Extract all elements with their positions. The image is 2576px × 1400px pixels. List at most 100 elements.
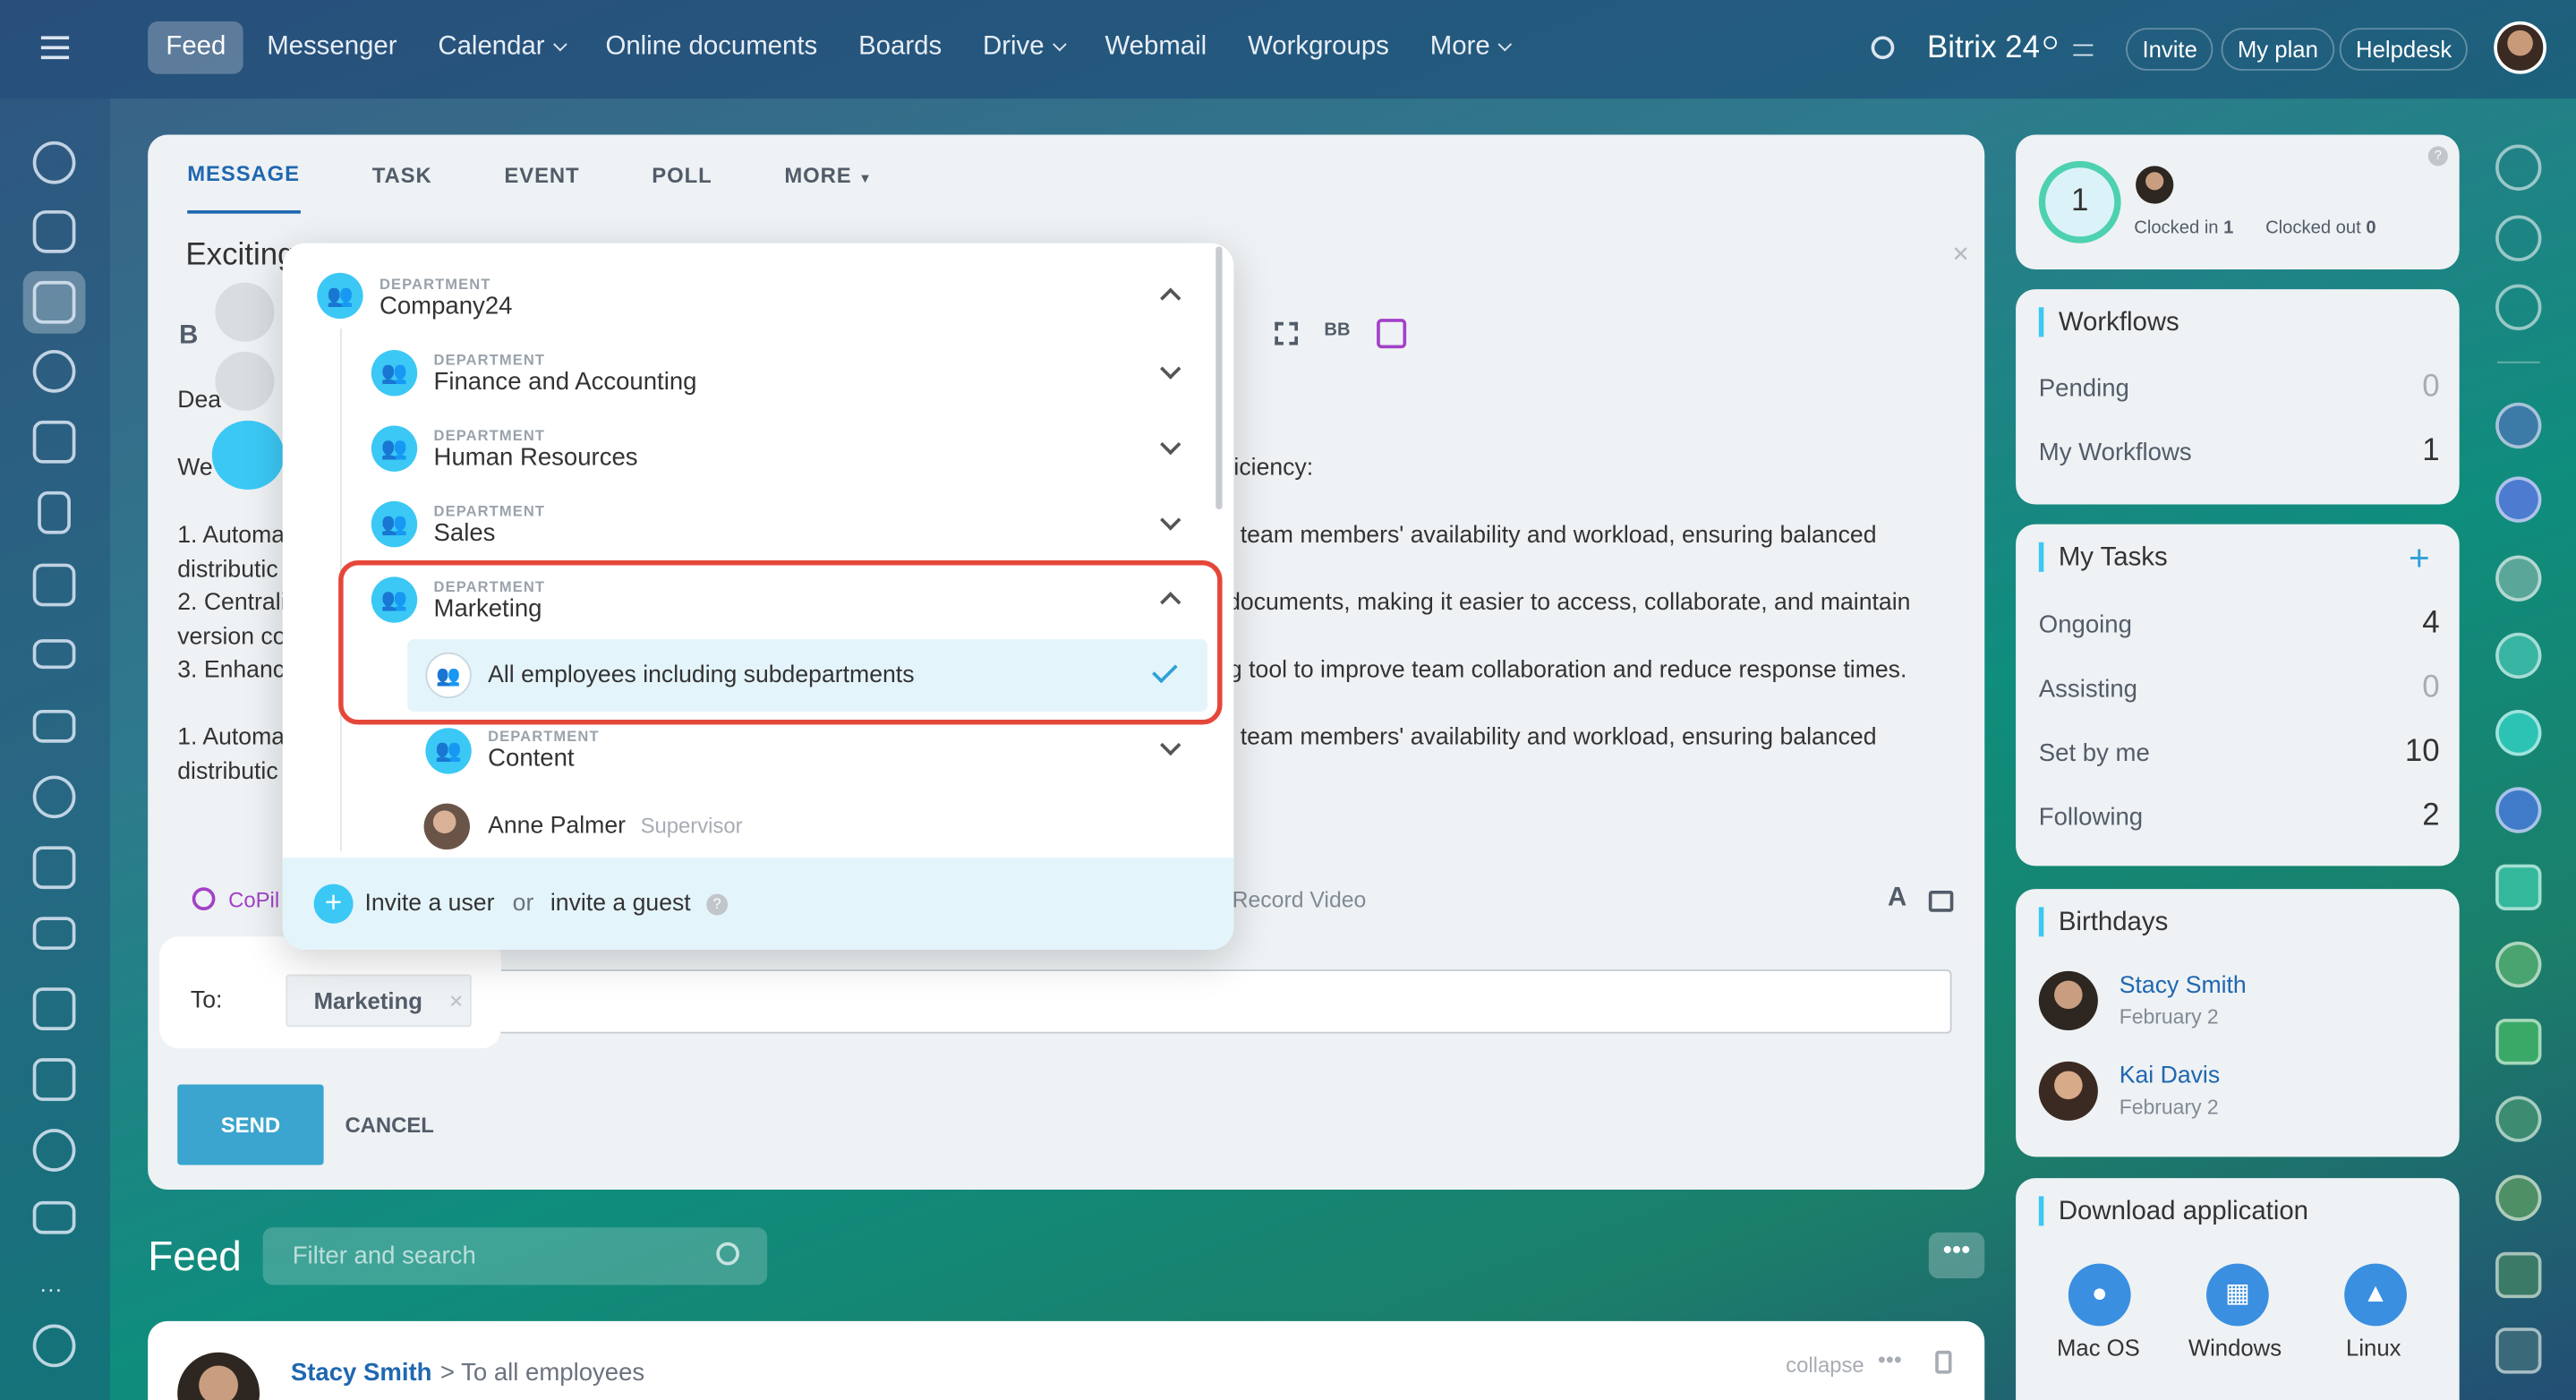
birthday-person-link[interactable]: Stacy Smith [2120,973,2247,999]
feed-more-button[interactable]: ••• [1928,1232,1985,1279]
hamburger-icon[interactable] [40,36,70,60]
record-video-button[interactable]: Record Video [1233,887,1367,912]
task-chat-icon[interactable] [2495,864,2542,910]
plus-icon[interactable]: + [313,884,354,924]
chat-message-icon[interactable] [2495,710,2542,756]
quick-group-icon[interactable] [215,351,275,411]
tasks-set-by-me[interactable]: Set by me [2039,739,2150,767]
tab-message[interactable]: MESSAGE [187,135,301,214]
task-chat-icon[interactable] [2495,1019,2542,1065]
nav-boards[interactable]: Boards [840,21,960,74]
sidebar-copilot-icon[interactable] [32,349,76,393]
task-chat-icon[interactable] [2495,1251,2542,1299]
department-content[interactable]: Content [488,745,574,773]
search-icon[interactable] [1871,36,1895,60]
help-icon[interactable]: ? [2427,146,2448,166]
nav-messenger[interactable]: Messenger [249,21,415,74]
post-title-fragment[interactable]: Exciting [185,238,294,274]
text-format-icon[interactable]: A [1888,884,1906,914]
nav-webmail[interactable]: Webmail [1087,21,1224,74]
department-company24[interactable]: Company24 [380,293,512,320]
workflows-mine[interactable]: My Workflows [2039,439,2192,466]
chat-channel-icon[interactable] [2495,476,2542,523]
sidebar-booking-icon[interactable] [32,987,76,1030]
sidebar-boards-icon[interactable] [32,563,76,607]
bot-chat-icon[interactable] [2495,1174,2542,1221]
sidebar-messenger-icon[interactable] [32,209,76,253]
sidebar-documents-icon[interactable] [38,491,71,534]
invite-guest-link[interactable]: invite a guest [550,891,691,917]
tasks-following[interactable]: Following [2039,804,2143,832]
department-finance[interactable]: Finance and Accounting [434,368,697,396]
notifications-bell-icon[interactable] [2495,144,2542,191]
sidebar-calendar-icon[interactable] [32,420,76,464]
department-hr[interactable]: Human Resources [434,444,638,472]
apple-icon[interactable]: ● [2068,1263,2131,1327]
sidebar-more-icon[interactable]: ··· [39,1275,63,1301]
fullscreen-icon[interactable] [1275,321,1299,346]
tasks-ongoing[interactable]: Ongoing [2039,611,2132,639]
chat-group-icon[interactable] [2495,555,2542,602]
invite-user-link[interactable]: Invite a user [364,891,494,917]
cancel-button[interactable]: CANCEL [345,1113,433,1138]
send-button[interactable]: SEND [177,1084,324,1165]
person-anne-palmer[interactable]: Anne Palmer Supervisor [488,814,742,840]
copilot-icon[interactable] [192,887,216,910]
task-chat-icon[interactable] [2495,1327,2542,1374]
copilot-button[interactable]: CoPil [228,887,279,912]
chat-group-icon[interactable] [2495,632,2542,679]
post-target[interactable]: > To all employees [440,1359,644,1387]
tab-poll[interactable]: POLL [652,162,712,187]
sidebar-inventory-icon[interactable] [32,1058,76,1101]
search-icon[interactable] [716,1242,739,1266]
windows-icon[interactable]: ▦ [2206,1263,2269,1327]
nav-workgroups[interactable]: Workgroups [1230,21,1407,74]
panel-icon[interactable] [1928,890,1954,912]
recipient-input-line[interactable] [492,969,1952,1034]
mac-download-link[interactable]: Mac OS [2057,1335,2140,1361]
windows-download-link[interactable]: Windows [2188,1335,2282,1361]
chat-avatar-icon[interactable] [2495,402,2542,449]
nav-calendar[interactable]: Calendar [420,21,583,74]
tab-more[interactable]: MORE ▼ [784,162,872,187]
nav-feed[interactable]: Feed [148,21,244,74]
bold-icon[interactable]: B [179,322,198,352]
nav-online-documents[interactable]: Online documents [587,21,835,74]
bbcode-icon[interactable]: BB [1324,320,1350,340]
quick-department-icon[interactable] [211,420,285,491]
department-sales[interactable]: Sales [434,519,496,547]
sidebar-tasks-icon[interactable] [32,846,76,890]
add-task-icon[interactable]: + [2409,537,2430,580]
birthday-person-link[interactable]: Kai Davis [2120,1063,2220,1089]
chat-channel-icon[interactable] [2495,1096,2542,1142]
chat-channel-icon[interactable] [2495,787,2542,833]
sidebar-chat-icon[interactable] [32,141,76,184]
workflows-pending[interactable]: Pending [2039,375,2129,403]
nav-more[interactable]: More [1412,21,1528,74]
remove-icon[interactable]: ✕ [448,990,464,1012]
sidebar-drive-icon[interactable] [32,639,76,670]
tasks-assisting[interactable]: Assisting [2039,675,2137,703]
help-icon[interactable]: ? [706,893,729,916]
sidebar-goals-icon[interactable] [32,1129,76,1172]
linux-icon[interactable]: ▲ [2344,1263,2407,1327]
sidebar-mail-icon[interactable] [32,710,76,743]
sidebar-settings-icon[interactable] [32,1324,76,1368]
post-author-link[interactable]: Stacy Smith [291,1359,432,1387]
nav-drive[interactable]: Drive [965,21,1082,74]
chat-search-icon[interactable] [2495,284,2542,330]
my-plan-button[interactable]: My plan [2221,28,2335,71]
post-menu-icon[interactable]: ••• [1878,1345,1902,1371]
sidebar-crm-icon[interactable] [32,917,76,951]
quick-search-icon[interactable] [215,282,275,342]
sidebar-workgroups-icon[interactable] [32,775,76,819]
collapse-link[interactable]: collapse [1786,1353,1864,1378]
settings-sliders-icon[interactable] [2073,44,2094,56]
recipient-tag[interactable]: Marketing ✕ [286,974,472,1028]
invite-button[interactable]: Invite [2126,28,2214,71]
sidebar-feed-icon[interactable] [32,280,76,324]
close-icon[interactable]: ✕ [1952,242,1970,268]
tab-event[interactable]: EVENT [504,162,579,187]
tab-task[interactable]: TASK [372,162,432,187]
workday-timer[interactable]: 1 [2038,160,2121,243]
